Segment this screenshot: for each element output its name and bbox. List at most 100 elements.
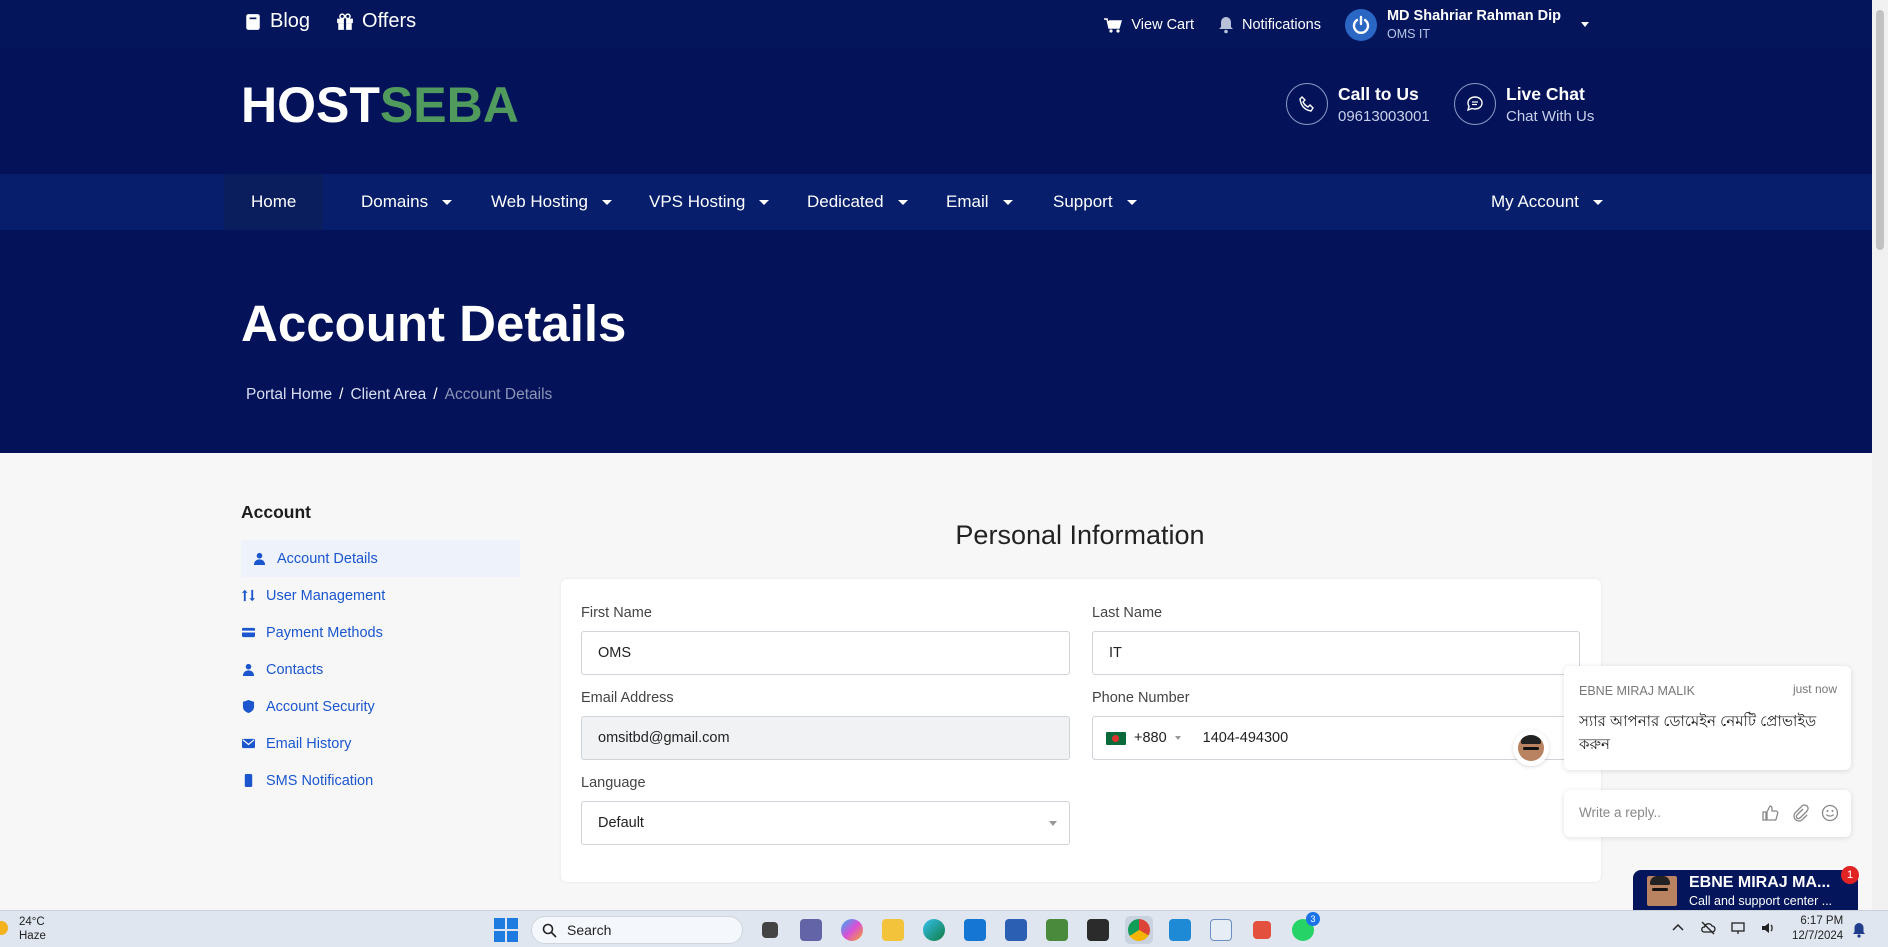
windows-start-icon[interactable]: [494, 918, 518, 942]
nav-support[interactable]: Support: [1053, 174, 1137, 230]
sidebar-item-account-details[interactable]: Account Details: [241, 540, 520, 577]
nav-email[interactable]: Email: [946, 174, 1013, 230]
scrollbar-thumb[interactable]: [1876, 10, 1884, 250]
language-select[interactable]: Default: [581, 801, 1070, 845]
first-name-value: OMS: [598, 645, 632, 661]
phone-country-code[interactable]: +880: [1134, 730, 1167, 746]
paperclip-icon[interactable]: [1791, 804, 1809, 822]
onedrive-off-icon[interactable]: [1700, 920, 1716, 936]
nav-support-label: Support: [1053, 192, 1113, 211]
chat-timestamp: just now: [1792, 682, 1837, 696]
nav-web-hosting[interactable]: Web Hosting: [491, 174, 613, 230]
chevron-up-icon[interactable]: [1670, 920, 1686, 936]
book-icon: [246, 13, 260, 30]
sidebar-item-contacts[interactable]: Contacts: [241, 651, 520, 688]
system-clock[interactable]: 6:17 PM 12/7/2024: [1792, 914, 1843, 944]
chrome-icon[interactable]: [1125, 916, 1153, 944]
first-name-label: First Name: [581, 605, 652, 621]
sidebar-item-sms-notification[interactable]: SMS Notification: [241, 762, 520, 799]
call-title: Call to Us: [1338, 83, 1419, 104]
chat-icon: [1454, 83, 1496, 125]
task-view-icon[interactable]: [756, 916, 784, 944]
chat-launcher-bar[interactable]: EBNE MIRAJ MA... Call and support center…: [1633, 870, 1858, 912]
terminal-icon[interactable]: [1084, 916, 1112, 944]
sidebar-item-payment-methods[interactable]: Payment Methods: [241, 614, 520, 651]
chevron-down-icon: [897, 199, 908, 205]
sidebar-item-account-security[interactable]: Account Security: [241, 688, 520, 725]
user-menu[interactable]: MD Shahriar Rahman Dip OMS IT: [1344, 8, 1589, 41]
nav-my-account[interactable]: My Account: [1491, 174, 1603, 230]
contact-icon: [242, 663, 255, 676]
word-icon[interactable]: [1002, 916, 1030, 944]
nav-domains[interactable]: Domains: [361, 174, 453, 230]
breadcrumb-portal-home[interactable]: Portal Home: [246, 386, 332, 404]
first-name-field[interactable]: OMS: [581, 631, 1070, 675]
notifications-link[interactable]: Notifications: [1218, 16, 1321, 34]
whatsapp-icon[interactable]: 3: [1289, 912, 1320, 944]
smiley-icon[interactable]: [1821, 804, 1839, 822]
sidebar-item-user-management[interactable]: User Management: [241, 577, 520, 614]
user-icon: [253, 552, 266, 565]
last-name-field[interactable]: IT: [1092, 631, 1580, 675]
phone-field[interactable]: +880 1404-494300: [1092, 716, 1580, 760]
sidebar-item-email-history[interactable]: Email History: [241, 725, 520, 762]
shield-icon: [242, 700, 255, 713]
chat-agent-name: EBNE MIRAJ MALIK: [1579, 684, 1695, 698]
chevron-down-icon: [1592, 199, 1603, 205]
live-chat[interactable]: Live Chat Chat With Us: [1454, 83, 1594, 125]
vscode-icon[interactable]: [1166, 916, 1194, 944]
personal-info-card: First Name OMS Last Name IT Email Addres…: [561, 579, 1601, 882]
offers-link[interactable]: Offers: [336, 10, 416, 33]
teams-icon[interactable]: [797, 916, 825, 944]
vertical-scrollbar[interactable]: [1872, 0, 1888, 910]
nav-vps-hosting[interactable]: VPS Hosting: [649, 174, 770, 230]
sidebar-item-label: Payment Methods: [266, 624, 383, 641]
sidebar-item-label: User Management: [266, 587, 386, 604]
view-cart-link[interactable]: View Cart: [1103, 16, 1194, 34]
chat-reply-box[interactable]: Write a reply..: [1564, 790, 1851, 837]
windows-taskbar: 24°C Haze Search 3 6:17 PM 12/7/2024: [0, 910, 1888, 947]
chat-message-text: স্যার আপনার ডোমেইন নেমটি প্রোভাইড করুন: [1579, 713, 1817, 753]
bell-icon: [1218, 16, 1233, 33]
chevron-down-icon: [1126, 199, 1137, 205]
snipping-tool-icon[interactable]: [1248, 916, 1276, 944]
microsoft-store-icon[interactable]: [961, 916, 989, 944]
weather-widget[interactable]: 24°C Haze: [0, 915, 46, 943]
phone-value: 1404-494300: [1202, 730, 1289, 746]
copilot-icon[interactable]: [838, 916, 866, 944]
sidebar-item-label: SMS Notification: [266, 772, 374, 789]
notification-bell-icon[interactable]: [1852, 922, 1866, 938]
file-explorer-icon[interactable]: [879, 916, 907, 944]
blog-link[interactable]: Blog: [244, 10, 310, 33]
bangladesh-flag-icon: [1106, 731, 1126, 745]
main-nav: Home Domains Web Hosting VPS Hosting Ded…: [0, 174, 1872, 230]
chevron-down-icon: [1174, 736, 1181, 740]
network-icon[interactable]: [1730, 920, 1746, 936]
thumbs-up-icon[interactable]: [1761, 804, 1779, 822]
breadcrumb-current: Account Details: [444, 386, 553, 403]
site-header: HOST SEBA Call to Us 09613003001 Live Cha…: [0, 48, 1872, 174]
breadcrumb: Portal Home / Client Area / Account Deta…: [246, 386, 552, 404]
mobile-icon: [244, 774, 253, 787]
nav-home[interactable]: Home: [224, 174, 324, 230]
reply-input[interactable]: Write a reply..: [1579, 805, 1661, 820]
taskbar-search[interactable]: Search: [531, 916, 743, 944]
breadcrumb-client-area[interactable]: Client Area: [350, 386, 426, 404]
edge-icon[interactable]: [920, 916, 948, 944]
chat-agent-avatar[interactable]: [1513, 730, 1549, 766]
envelope-icon: [242, 738, 255, 749]
blog-label: Blog: [270, 10, 311, 32]
chat-bar-name: EBNE MIRAJ MA...: [1689, 874, 1831, 891]
hostseba-logo[interactable]: HOST SEBA: [241, 76, 519, 134]
notepad-icon[interactable]: [1207, 916, 1235, 944]
taskbar-search-label: Search: [567, 922, 612, 938]
spreadsheet-icon[interactable]: [1043, 916, 1071, 944]
nav-domains-label: Domains: [361, 192, 429, 211]
volume-icon[interactable]: [1760, 920, 1776, 936]
call-to-us[interactable]: Call to Us 09613003001: [1286, 83, 1430, 125]
nav-dedicated[interactable]: Dedicated: [807, 174, 908, 230]
email-field[interactable]: omsitbd@gmail.com: [581, 716, 1070, 760]
phone-label: Phone Number: [1092, 690, 1190, 706]
chat-message-bubble: EBNE MIRAJ MALIK just now স্যার আপনার ডো…: [1564, 666, 1851, 770]
nav-web-hosting-label: Web Hosting: [491, 192, 589, 211]
